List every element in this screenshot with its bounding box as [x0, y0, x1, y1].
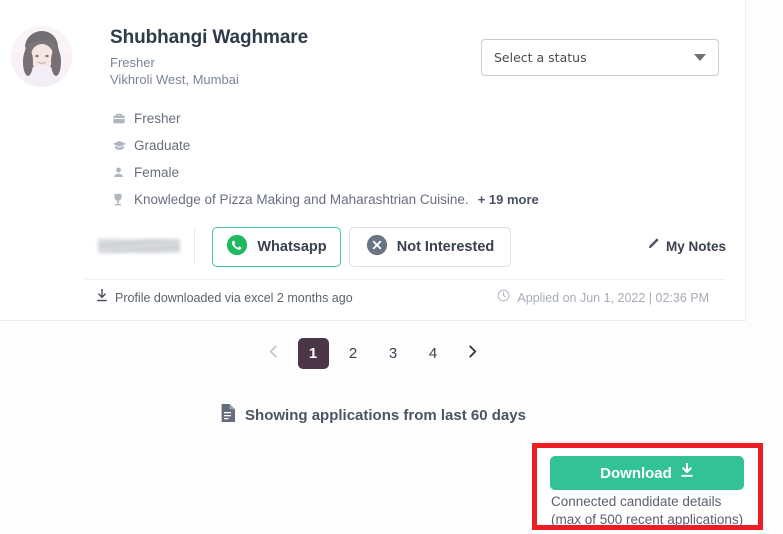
attribute-row: Female — [112, 159, 539, 186]
candidate-name: Shubhangi Waghmare — [110, 27, 309, 48]
candidate-attributes: Fresher Graduate Female Knowledge of Piz… — [112, 105, 539, 213]
card-footer-divider — [85, 279, 725, 280]
download-caption-line2: (max of 500 recent applications) — [551, 512, 744, 527]
masked-phone-number — [98, 239, 180, 253]
graduation-cap-icon — [112, 138, 134, 153]
avatar[interactable] — [11, 26, 72, 87]
pagination-prev[interactable] — [259, 339, 289, 369]
attribute-label: Female — [134, 165, 180, 180]
application-list-page: Shubhangi Waghmare Fresher Vikhroli West… — [0, 0, 783, 534]
download-button[interactable]: Download — [550, 456, 744, 490]
pagination-page-3[interactable]: 3 — [378, 338, 409, 369]
showing-applications-note: Showing applications from last 60 days — [0, 404, 746, 427]
pagination: 1 2 3 4 — [0, 338, 746, 369]
candidate-experience: Fresher — [110, 55, 155, 70]
status-select-value: Select a status — [494, 50, 587, 65]
trophy-icon — [112, 193, 134, 207]
briefcase-icon — [112, 112, 134, 126]
pagination-page-2[interactable]: 2 — [338, 338, 369, 369]
chevron-left-icon — [267, 344, 280, 364]
applied-timestamp: Applied on Jun 1, 2022 | 02:36 PM — [497, 289, 709, 307]
applied-timestamp-text: Applied on Jun 1, 2022 | 02:36 PM — [517, 291, 709, 305]
document-icon — [220, 404, 236, 427]
attribute-row: Knowledge of Pizza Making and Maharashtr… — [112, 186, 539, 213]
candidate-location: Vikhroli West, Mumbai — [110, 72, 239, 87]
my-notes-button[interactable]: My Notes — [646, 237, 726, 256]
download-icon — [96, 288, 108, 307]
attribute-row: Graduate — [112, 132, 539, 159]
person-icon — [112, 166, 134, 179]
not-interested-button-label: Not Interested — [396, 239, 495, 255]
status-select[interactable]: Select a status — [481, 39, 719, 76]
not-interested-button[interactable]: Not Interested — [349, 227, 511, 267]
chevron-right-icon — [466, 344, 479, 364]
showing-applications-text: Showing applications from last 60 days — [245, 407, 526, 424]
attribute-label: Graduate — [134, 138, 191, 153]
candidate-photo-icon — [11, 26, 72, 87]
pagination-page-4[interactable]: 4 — [418, 338, 449, 369]
download-icon — [680, 462, 694, 483]
whatsapp-icon — [226, 234, 248, 261]
chevron-down-icon — [694, 54, 706, 61]
my-notes-label: My Notes — [666, 239, 727, 254]
download-button-label: Download — [600, 464, 672, 482]
attribute-label: Knowledge of Pizza Making and Maharashtr… — [134, 192, 469, 207]
download-caption-line1: Connected candidate details — [551, 494, 722, 509]
candidate-card: Shubhangi Waghmare Fresher Vikhroli West… — [0, 0, 746, 321]
attribute-label: Fresher — [134, 111, 181, 126]
profile-download-note: Profile downloaded via excel 2 months ag… — [96, 288, 353, 307]
pagination-next[interactable] — [458, 339, 488, 369]
show-more-skills-link[interactable]: + 19 more — [478, 192, 539, 207]
divider — [194, 229, 195, 265]
pencil-icon — [646, 237, 660, 256]
whatsapp-button-label: Whatsapp — [257, 239, 327, 255]
attribute-row: Fresher — [112, 105, 539, 132]
circle-x-icon — [366, 234, 388, 261]
whatsapp-button[interactable]: Whatsapp — [212, 227, 341, 267]
pagination-page-1[interactable]: 1 — [297, 338, 329, 369]
clock-icon — [497, 289, 510, 307]
profile-download-note-text: Profile downloaded via excel 2 months ag… — [115, 291, 353, 305]
